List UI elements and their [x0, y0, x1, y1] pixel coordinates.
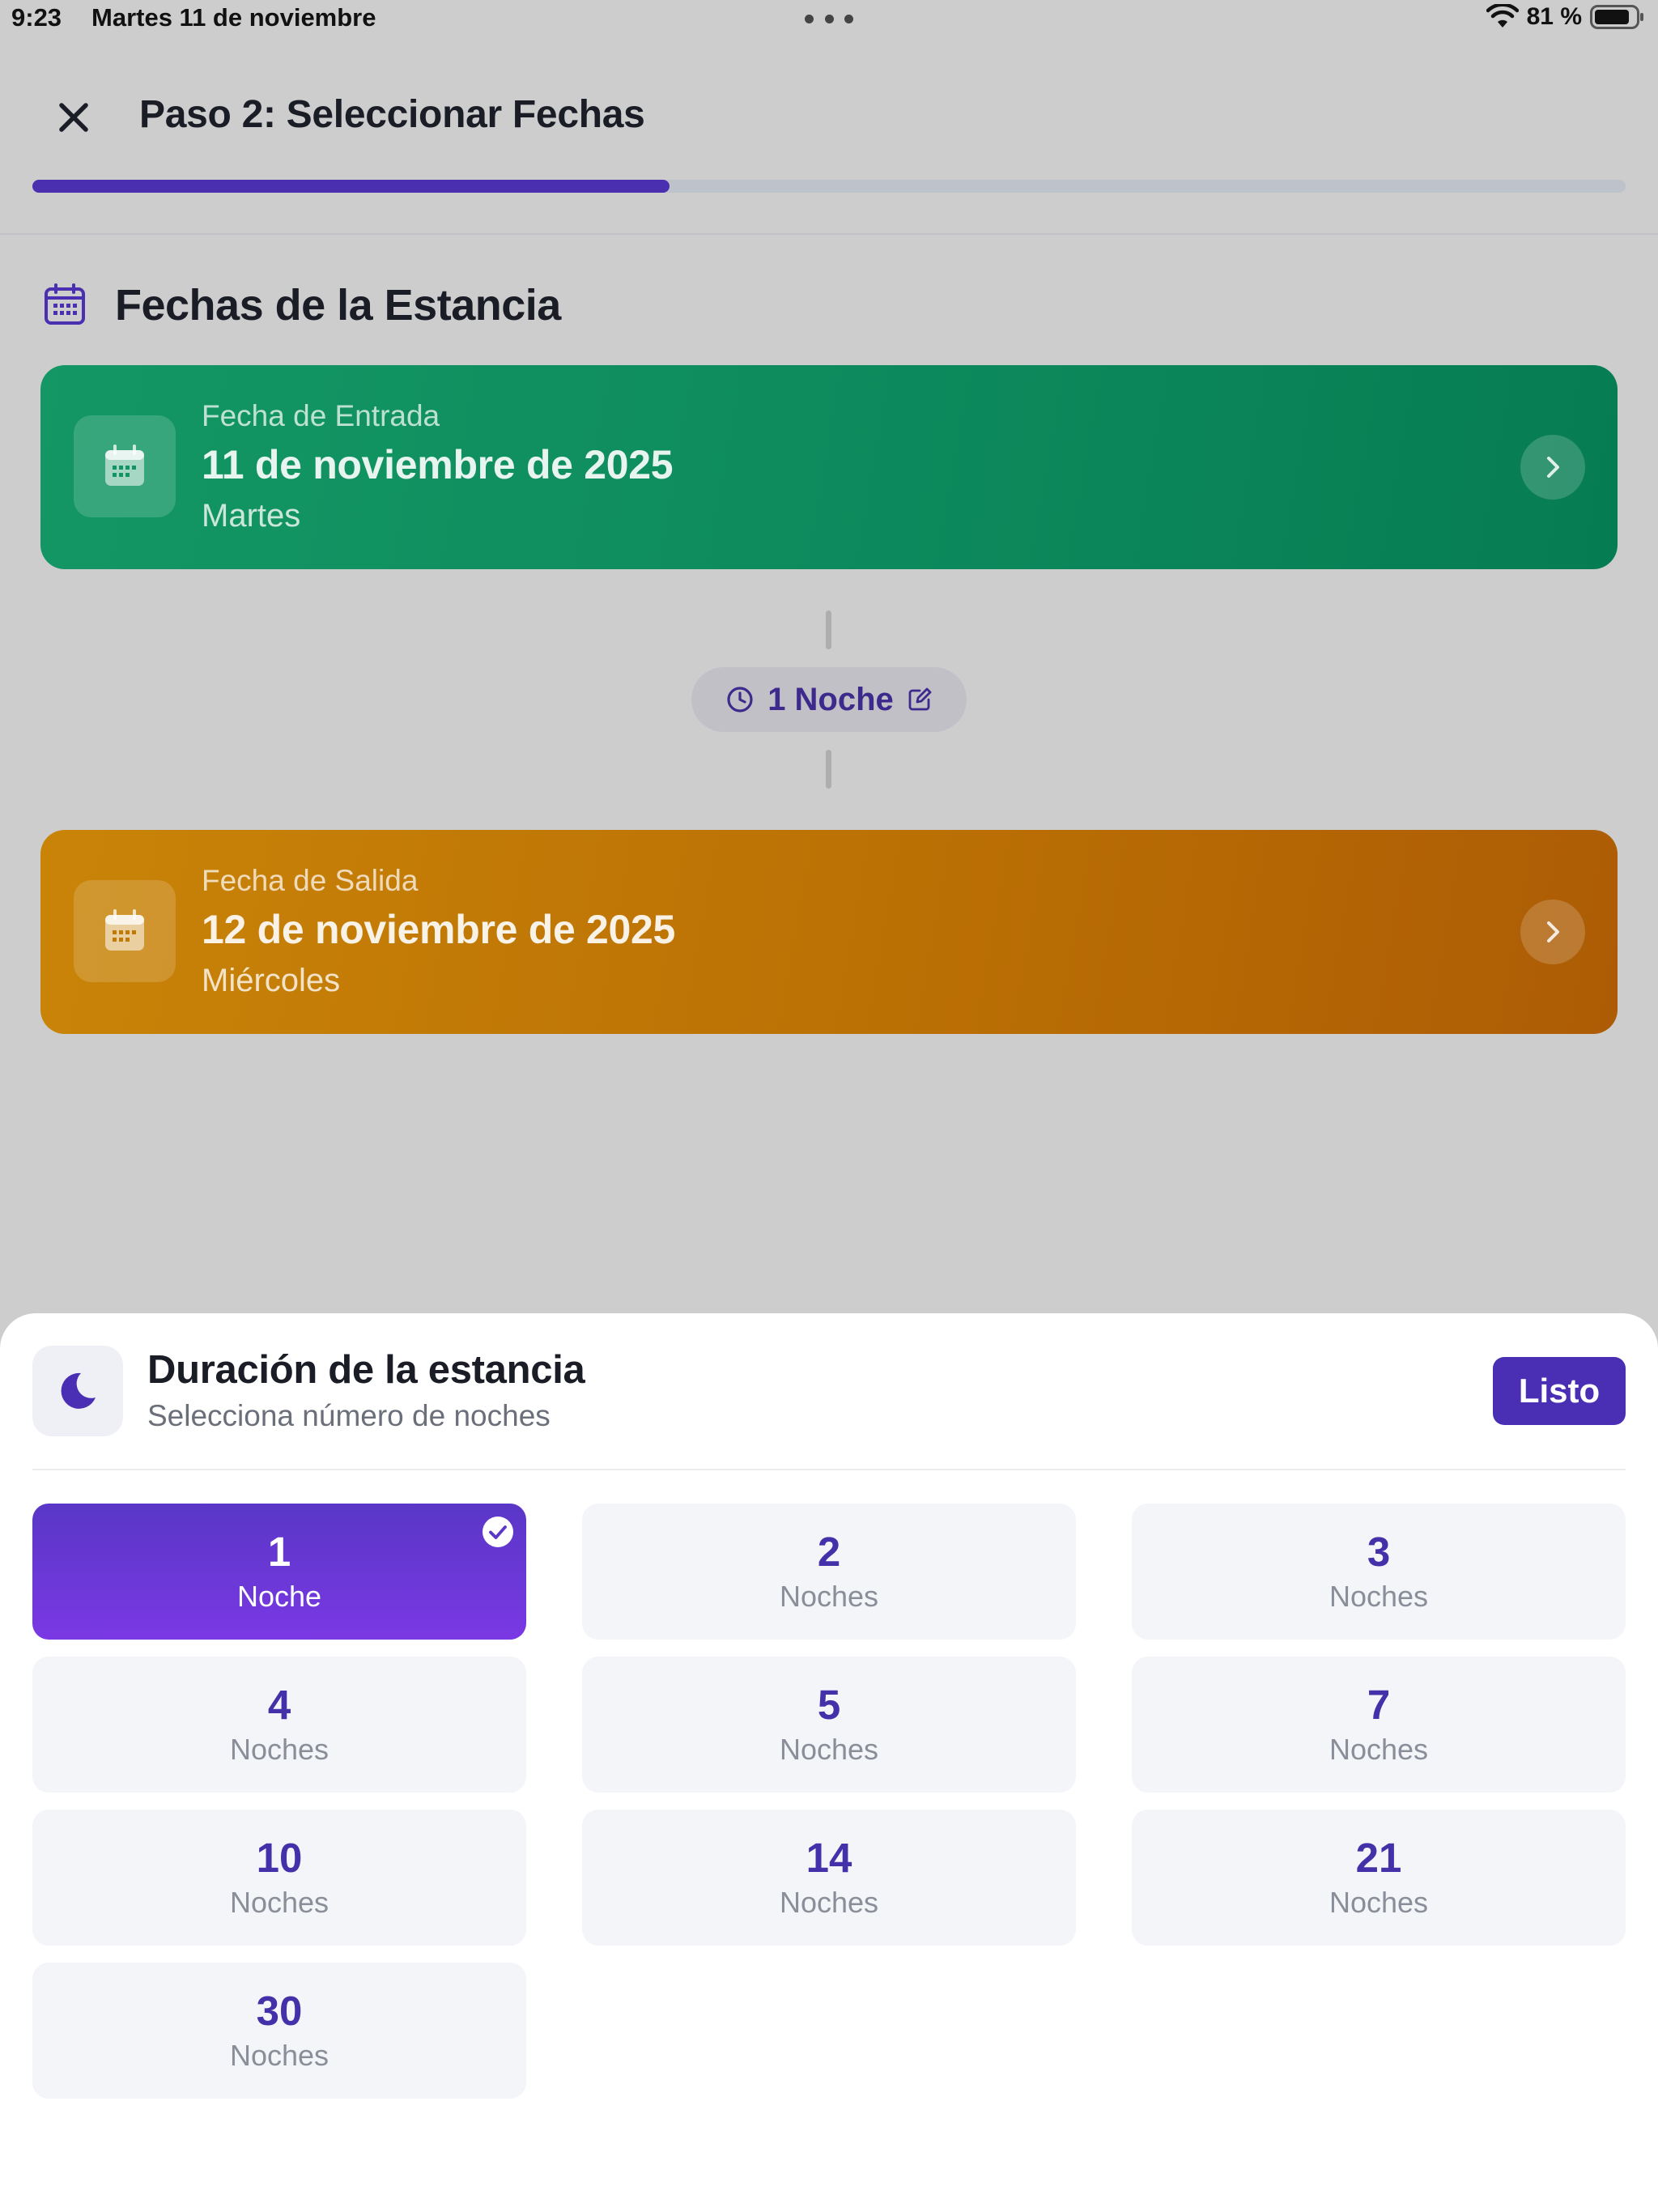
sheet-subtitle: Selecciona número de noches: [147, 1399, 551, 1432]
night-option-unit: Noches: [229, 2039, 329, 2073]
step-progress-fill: [32, 180, 670, 193]
checkout-calendar-icon: [74, 880, 176, 982]
night-option-unit: Noches: [1329, 1733, 1429, 1767]
night-option-number: 3: [1367, 1528, 1391, 1575]
night-option-5[interactable]: 5 Noches: [582, 1657, 1076, 1793]
night-option-21[interactable]: 21 Noches: [1132, 1810, 1626, 1946]
status-indicators: 81 %: [1486, 3, 1645, 31]
night-option-number: 1: [267, 1528, 291, 1575]
header-divider: [0, 233, 1658, 235]
night-option-unit: Noches: [779, 1733, 879, 1767]
battery-percentage: 81 %: [1526, 3, 1582, 30]
moon-icon: [32, 1346, 123, 1436]
status-bar: 9:23 Martes 11 de noviembre 81 %: [0, 0, 1658, 40]
night-option-10[interactable]: 10 Noches: [32, 1810, 526, 1946]
checkin-weekday: Martes: [202, 498, 301, 534]
night-option-unit: Noches: [229, 1886, 329, 1920]
connector-line: [826, 610, 831, 649]
close-icon[interactable]: [50, 94, 97, 141]
night-option-2[interactable]: 2 Noches: [582, 1504, 1076, 1640]
checkin-calendar-icon: [74, 415, 176, 517]
night-option-4[interactable]: 4 Noches: [32, 1657, 526, 1793]
multitasking-dots-icon[interactable]: [805, 15, 853, 24]
wifi-icon: [1486, 4, 1519, 30]
night-option-3[interactable]: 3 Noches: [1132, 1504, 1626, 1640]
nights-pill-label: 1 Noche: [767, 681, 894, 717]
night-option-unit: Noches: [229, 1733, 329, 1767]
section-title: Fechas de la Estancia: [115, 281, 561, 330]
checkout-date-card[interactable]: Fecha de Salida 12 de noviembre de 2025 …: [40, 830, 1618, 1034]
checkin-date-card[interactable]: Fecha de Entrada 11 de noviembre de 2025…: [40, 365, 1618, 569]
night-option-unit: Noche: [236, 1580, 322, 1614]
status-date: Martes 11 de noviembre: [91, 3, 376, 32]
checkmark-circle-icon: [481, 1515, 515, 1549]
nights-duration-pill[interactable]: 1 Noche: [691, 667, 967, 732]
night-option-1[interactable]: 1 Noche: [32, 1504, 526, 1640]
duration-bottom-sheet: Duración de la estancia Selecciona númer…: [0, 1313, 1658, 2212]
checkin-date: 11 de noviembre de 2025: [202, 442, 674, 487]
checkout-label: Fecha de Salida: [202, 864, 419, 897]
sheet-divider: [32, 1469, 1626, 1470]
calendar-icon: [42, 282, 87, 327]
step-progress-bar: [32, 180, 1626, 193]
night-option-7[interactable]: 7 Noches: [1132, 1657, 1626, 1793]
clock-icon: [725, 685, 755, 714]
night-option-number: 10: [256, 1834, 303, 1881]
checkout-weekday: Miércoles: [202, 963, 341, 998]
chevron-right-icon[interactable]: [1520, 435, 1585, 500]
night-option-unit: Noches: [1329, 1580, 1429, 1614]
night-option-14[interactable]: 14 Noches: [582, 1810, 1076, 1946]
chevron-right-icon[interactable]: [1520, 900, 1585, 964]
checkout-date: 12 de noviembre de 2025: [202, 907, 676, 952]
checkin-label: Fecha de Entrada: [202, 399, 440, 432]
edit-icon[interactable]: [907, 687, 933, 713]
battery-icon: [1590, 4, 1645, 30]
night-option-unit: Noches: [779, 1886, 879, 1920]
page-title: Paso 2: Seleccionar Fechas: [139, 93, 645, 136]
connector-line: [826, 750, 831, 789]
status-time: 9:23: [11, 3, 62, 32]
night-option-number: 4: [267, 1681, 291, 1728]
nights-options-grid: 1 Noche 2 Noches 3 Noches 4 Noches 5 Noc…: [32, 1504, 1626, 2099]
sheet-title: Duración de la estancia: [147, 1348, 585, 1392]
night-option-number: 14: [806, 1834, 852, 1881]
night-option-number: 30: [256, 1987, 303, 2034]
night-option-number: 7: [1367, 1681, 1391, 1728]
night-option-unit: Noches: [1329, 1886, 1429, 1920]
night-option-number: 5: [817, 1681, 841, 1728]
done-button[interactable]: Listo: [1493, 1357, 1626, 1425]
night-option-number: 21: [1355, 1834, 1402, 1881]
night-option-unit: Noches: [779, 1580, 879, 1614]
night-option-30[interactable]: 30 Noches: [32, 1963, 526, 2099]
night-option-number: 2: [817, 1528, 841, 1575]
